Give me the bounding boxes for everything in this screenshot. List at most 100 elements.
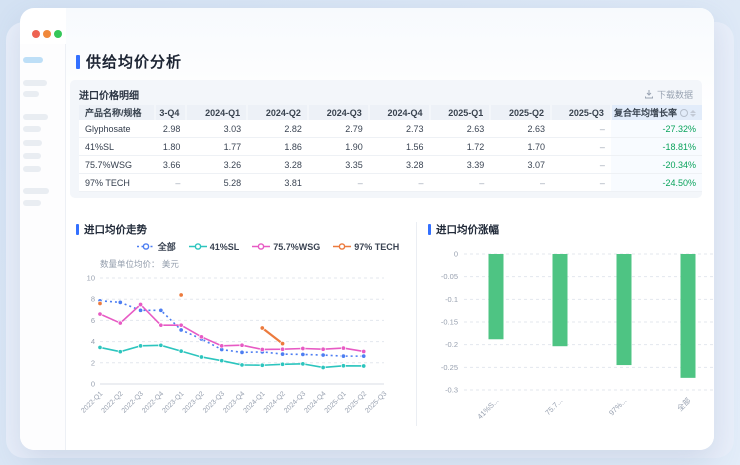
change-x-labels: 41%S...75.7...97%...全部	[475, 395, 692, 421]
cagr-cell: -18.81%	[611, 138, 702, 156]
value-cell: 1.56	[369, 138, 430, 156]
svg-text:-0.15: -0.15	[441, 318, 458, 327]
column-header: 2024-Q4	[369, 105, 430, 120]
svg-text:4: 4	[91, 337, 95, 346]
legend-item-全部[interactable]: 全部	[137, 240, 176, 253]
info-icon[interactable]	[680, 109, 688, 117]
value-cell: 3.81	[247, 174, 308, 192]
table-row: 41%SL1.801.771.861.901.561.721.70–-18.81…	[79, 138, 702, 156]
download-data-button[interactable]: 下载数据	[644, 88, 693, 101]
svg-text:-0.1: -0.1	[445, 295, 458, 304]
value-cell: 3.03	[186, 120, 247, 138]
legend-item-97% TECH[interactable]: 97% TECH	[333, 240, 399, 253]
svg-text:75.7...: 75.7...	[543, 396, 564, 417]
sidebar-item[interactable]	[23, 91, 39, 97]
sidebar-item[interactable]	[23, 80, 47, 86]
value-cell: 2.63	[430, 120, 491, 138]
value-cell: –	[551, 120, 611, 138]
legend-item-41%SL[interactable]: 41%SL	[189, 240, 240, 253]
product-name-cell: Glyphosate	[79, 120, 155, 138]
value-cell: 1.70	[490, 138, 551, 156]
page-title: 供给均价分析	[86, 51, 182, 72]
value-cell: 2.82	[247, 120, 308, 138]
svg-text:0: 0	[91, 380, 95, 389]
table-row: Glyphosate2.983.032.822.792.732.632.63–-…	[79, 120, 702, 138]
value-cell: 3.66	[155, 156, 187, 174]
value-cell: 2.98	[155, 120, 187, 138]
legend-label: 97% TECH	[354, 242, 399, 252]
bar-97%...	[617, 254, 632, 365]
page-title-row: 供给均价分析	[76, 51, 182, 72]
svg-text:8: 8	[91, 295, 95, 304]
trend-chart-title: 进口均价走势	[84, 222, 147, 237]
sidebar-item-active[interactable]	[23, 57, 43, 63]
sidebar-item[interactable]	[23, 114, 48, 120]
cagr-cell: -24.50%	[611, 174, 702, 192]
series-41%SL	[98, 343, 366, 370]
svg-text:0: 0	[454, 250, 458, 259]
product-name-cell: 41%SL	[79, 138, 155, 156]
change-chart-title: 进口均价涨幅	[436, 222, 499, 237]
charts-divider	[416, 222, 417, 426]
column-header: 3-Q4	[155, 105, 187, 120]
value-cell: –	[551, 138, 611, 156]
main-content: 供给均价分析 进口价格明细 下载数据 产品名称/规格3-Q42024-Q1202…	[66, 8, 714, 450]
value-cell: 2.79	[308, 120, 369, 138]
legend-item-75.7%WSG[interactable]: 75.7%WSG	[252, 240, 320, 253]
table-row: 75.7%WSG3.663.263.283.353.283.393.07–-20…	[79, 156, 702, 174]
value-cell: 5.28	[186, 174, 247, 192]
value-cell: 1.86	[247, 138, 308, 156]
svg-text:-0.2: -0.2	[445, 340, 458, 349]
value-cell: 2.63	[490, 120, 551, 138]
svg-text:-0.3: -0.3	[445, 386, 458, 395]
legend-marker-icon	[333, 242, 351, 251]
close-window-button[interactable]	[32, 30, 40, 38]
value-cell: 1.80	[155, 138, 187, 156]
table-card-title: 进口价格明细	[79, 87, 139, 102]
column-header: 2025-Q2	[490, 105, 551, 120]
change-chart-section: 进口均价涨幅 0-0.05-0.1-0.15-0.2-0.25-0.341%S.…	[422, 214, 714, 450]
sidebar-item[interactable]	[23, 188, 49, 194]
value-cell: 3.28	[369, 156, 430, 174]
sidebar-item[interactable]	[23, 126, 41, 132]
download-icon	[644, 89, 654, 99]
svg-text:全部: 全部	[675, 395, 693, 413]
value-cell: 3.28	[247, 156, 308, 174]
maximize-window-button[interactable]	[54, 30, 62, 38]
legend-label: 41%SL	[210, 242, 240, 252]
bar-75.7...	[553, 254, 568, 346]
trend-chart-svg: 02468102022-Q12022-Q22022-Q32022-Q42023-…	[78, 268, 394, 428]
legend-marker-icon	[189, 242, 207, 251]
change-gridlines: 0-0.05-0.1-0.15-0.2-0.25-0.3	[441, 250, 714, 395]
sidebar-item[interactable]	[23, 140, 42, 146]
app-window: 供给均价分析 进口价格明细 下载数据 产品名称/规格3-Q42024-Q1202…	[20, 8, 714, 450]
change-bars	[489, 254, 696, 378]
sidebar-item[interactable]	[23, 166, 41, 172]
value-cell: 3.35	[308, 156, 369, 174]
sidebar-item[interactable]	[23, 153, 41, 159]
cagr-cell: -20.34%	[611, 156, 702, 174]
value-cell: –	[430, 174, 491, 192]
trend-chart-legend: 全部 41%SL 75.7%WSG 97% TECH	[136, 240, 400, 253]
value-cell: –	[155, 174, 187, 192]
value-cell: 1.77	[186, 138, 247, 156]
svg-text:6: 6	[91, 316, 95, 325]
column-header[interactable]: 复合年均增长率	[611, 105, 702, 120]
column-header: 2025-Q3	[551, 105, 611, 120]
value-cell: –	[551, 174, 611, 192]
sidebar-item[interactable]	[23, 200, 41, 206]
legend-marker-icon	[137, 242, 155, 251]
value-cell: 3.26	[186, 156, 247, 174]
svg-text:97%...: 97%...	[607, 396, 628, 417]
value-cell: –	[308, 174, 369, 192]
legend-label: 全部	[158, 240, 176, 253]
svg-text:10: 10	[87, 274, 95, 283]
value-cell: –	[369, 174, 430, 192]
minimize-window-button[interactable]	[43, 30, 51, 38]
table-row: 97% TECH–5.283.81–––––-24.50%	[79, 174, 702, 192]
sort-icon[interactable]	[690, 110, 696, 117]
product-name-cell: 75.7%WSG	[79, 156, 155, 174]
trend-gridlines: 0246810	[87, 274, 384, 389]
sidebar	[20, 44, 66, 450]
change-title-accent-bar	[428, 224, 431, 235]
